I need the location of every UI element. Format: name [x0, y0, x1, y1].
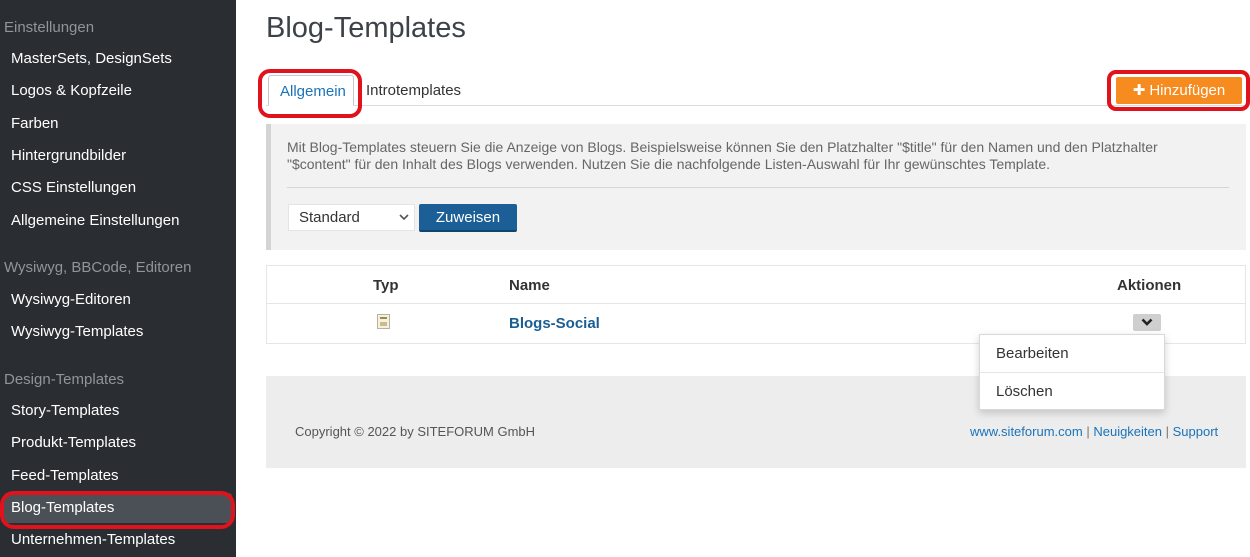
- actions-dropdown-menu: Bearbeiten Löschen: [979, 334, 1165, 410]
- chevron-down-icon: [398, 205, 410, 239]
- sidebar-item-farben[interactable]: Farben: [0, 109, 236, 139]
- actions-dropdown-button[interactable]: [1133, 314, 1161, 331]
- menu-item-loeschen[interactable]: Löschen: [980, 373, 1164, 410]
- sidebar-item-unternehmen-templates[interactable]: Unternehmen-Templates: [0, 525, 236, 555]
- sidebar-item-allgemeine[interactable]: Allgemeine Einstellungen: [0, 206, 236, 236]
- footer-link-neuigkeiten[interactable]: Neuigkeiten: [1093, 424, 1162, 439]
- footer-separator: |: [1165, 424, 1170, 439]
- page-title: Blog-Templates: [266, 12, 466, 44]
- template-select-value: Standard: [299, 209, 360, 226]
- sidebar-item-wysiwyg-templates[interactable]: Wysiwyg-Templates: [0, 317, 236, 347]
- template-select[interactable]: Standard: [288, 204, 415, 231]
- template-icon: [377, 314, 390, 329]
- sidebar-item-hintergrundbilder[interactable]: Hintergrundbilder: [0, 141, 236, 171]
- tab-introtemplates[interactable]: Introtemplates: [366, 75, 461, 106]
- assign-button[interactable]: Zuweisen: [419, 204, 517, 232]
- sidebar-item-produkt-templates[interactable]: Produkt-Templates: [0, 428, 236, 458]
- table-header-divider: [266, 303, 1246, 304]
- column-header-name: Name: [509, 277, 550, 294]
- templates-table: [266, 265, 1246, 344]
- chevron-down-icon: [1141, 318, 1153, 326]
- footer-links: www.siteforum.com | Neuigkeiten | Suppor…: [970, 424, 1218, 439]
- column-header-typ: Typ: [373, 277, 399, 294]
- sidebar-section-design-templates: Design-Templates: [4, 371, 125, 388]
- footer-link-siteforum[interactable]: www.siteforum.com: [970, 424, 1083, 439]
- sidebar-item-css[interactable]: CSS Einstellungen: [0, 173, 236, 203]
- sidebar-item-mastersets[interactable]: MasterSets, DesignSets: [0, 44, 236, 74]
- footer-separator: |: [1086, 424, 1090, 439]
- add-button[interactable]: ✚ Hinzufügen: [1116, 77, 1242, 104]
- sidebar-item-story-templates[interactable]: Story-Templates: [0, 396, 236, 426]
- sidebar-section-einstellungen: Einstellungen: [4, 19, 95, 36]
- footer-copyright: Copyright © 2022 by SITEFORUM GmbH: [295, 424, 536, 439]
- sidebar-item-feed-templates[interactable]: Feed-Templates: [0, 461, 236, 491]
- add-button-label: Hinzufügen: [1149, 82, 1226, 99]
- sidebar-item-wysiwyg-editoren[interactable]: Wysiwyg-Editoren: [0, 285, 236, 315]
- info-text: Mit Blog-Templates steuern Sie die Anzei…: [287, 139, 1158, 172]
- sidebar-section-wysiwyg: Wysiwyg, BBCode, Editoren: [4, 259, 192, 276]
- plus-icon: ✚: [1132, 82, 1146, 99]
- column-header-aktionen: Aktionen: [1117, 277, 1182, 294]
- menu-item-bearbeiten[interactable]: Bearbeiten: [980, 335, 1164, 372]
- sidebar-item-blog-templates[interactable]: Blog-Templates: [4, 493, 232, 523]
- tab-allgemein[interactable]: Allgemein: [268, 75, 354, 106]
- sidebar: Einstellungen MasterSets, DesignSets Log…: [0, 0, 236, 557]
- table-row-name-link[interactable]: Blogs-Social: [509, 315, 600, 332]
- info-divider: [287, 187, 1229, 188]
- sidebar-item-logos[interactable]: Logos & Kopfzeile: [0, 76, 236, 106]
- footer-link-support[interactable]: Support: [1173, 424, 1219, 439]
